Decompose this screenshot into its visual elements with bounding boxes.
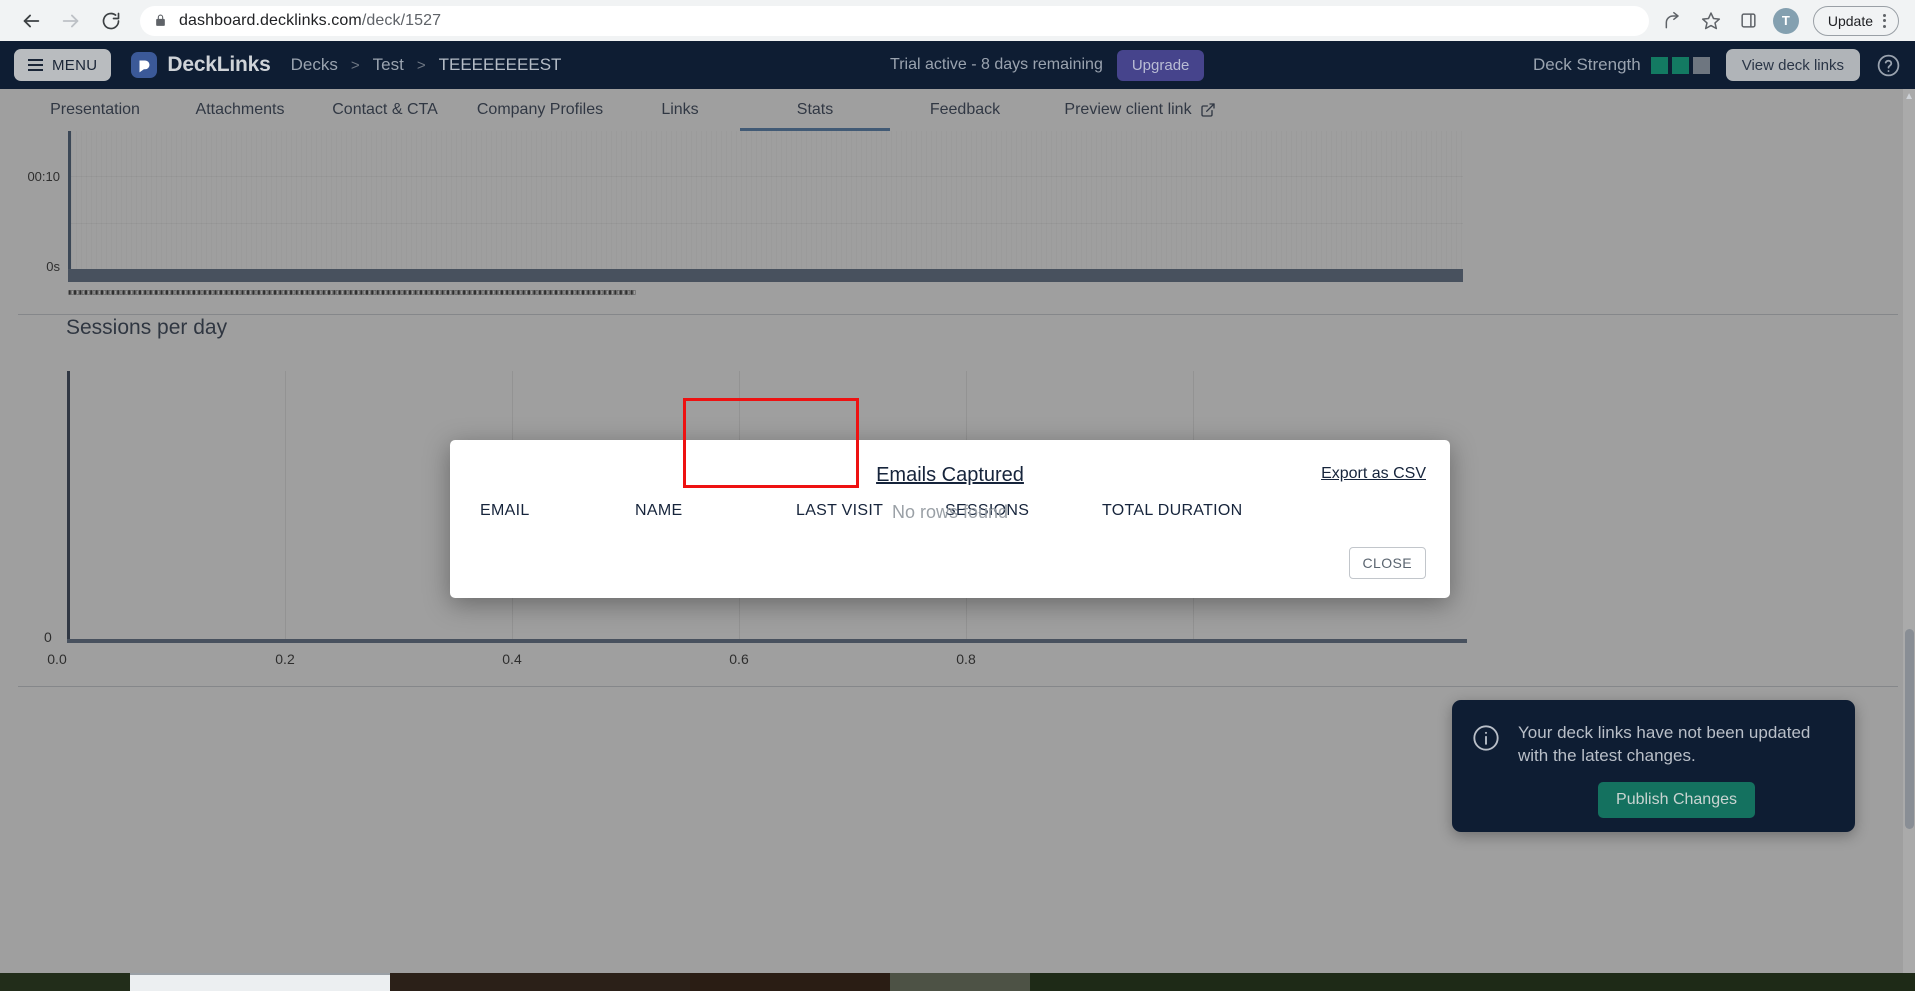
deck-strength-bar-2 — [1671, 56, 1689, 74]
decklinks-logo-icon — [131, 52, 158, 78]
breadcrumb-item-decks[interactable]: Decks — [291, 55, 338, 75]
info-circle-icon — [1472, 724, 1500, 757]
upgrade-button[interactable]: Upgrade — [1116, 49, 1205, 81]
forward-arrow-icon[interactable] — [54, 4, 88, 38]
highlight-annotation-box — [683, 398, 859, 488]
view-deck-links-button[interactable]: View deck links — [1725, 49, 1860, 81]
taskbar-segment — [890, 973, 1030, 991]
lock-icon — [154, 13, 167, 28]
breadcrumb-separator: > — [350, 56, 360, 74]
reload-icon[interactable] — [94, 4, 128, 38]
scrollbar-thumb[interactable] — [1905, 629, 1914, 829]
menu-label: MENU — [52, 56, 98, 74]
close-button[interactable]: CLOSE — [1348, 547, 1426, 579]
scroll-up-arrow-icon[interactable]: ▲ — [1904, 91, 1914, 102]
brand-logo[interactable]: DeckLinks — [131, 52, 271, 78]
url-text: dashboard.decklinks.com/deck/1527 — [179, 11, 442, 29]
back-arrow-icon[interactable] — [14, 4, 48, 38]
deck-strength-bars — [1650, 56, 1710, 74]
question-mark-circle-icon[interactable] — [1876, 53, 1901, 78]
browser-action-icons: T Update — [1659, 5, 1901, 36]
breadcrumb-item-test[interactable]: Test — [373, 55, 404, 75]
deck-strength-bar-3 — [1692, 56, 1710, 74]
taskbar-segment — [1030, 973, 1915, 991]
deck-strength-label: Deck Strength — [1532, 55, 1641, 74]
os-taskbar-sliver — [0, 973, 1915, 991]
trial-status: Trial active - 8 days remaining Upgrade — [890, 49, 1205, 81]
update-button[interactable]: Update — [1812, 5, 1899, 36]
header-right-group: Deck Strength View deck links — [1533, 49, 1901, 81]
emails-captured-dialog: Emails Captured Export as CSV EMAIL NAME… — [450, 440, 1450, 598]
breadcrumb-separator: > — [416, 56, 426, 74]
app-header: MENU DeckLinks Decks > Test > TEEEEEEEES… — [0, 41, 1915, 89]
update-label: Update — [1827, 12, 1873, 29]
taskbar-segment — [130, 973, 390, 991]
taskbar-segment — [0, 973, 130, 991]
breadcrumb: Decks > Test > TEEEEEEEEST — [291, 55, 562, 75]
publish-changes-button[interactable]: Publish Changes — [1598, 781, 1755, 818]
publish-changes-toast: Your deck links have not been updated wi… — [1452, 700, 1855, 832]
deck-strength: Deck Strength — [1533, 55, 1710, 75]
dialog-title: Emails Captured — [876, 464, 1024, 486]
share-icon[interactable] — [1659, 7, 1687, 35]
hamburger-icon — [28, 59, 43, 71]
toast-message: Your deck links have not been updated wi… — [1518, 723, 1811, 765]
trial-text: Trial active - 8 days remaining — [890, 56, 1103, 73]
profile-avatar[interactable]: T — [1772, 7, 1799, 34]
kebab-menu-icon[interactable] — [1879, 13, 1890, 28]
export-as-csv-link[interactable]: Export as CSV — [1321, 465, 1426, 483]
breadcrumb-item-current: TEEEEEEEEST — [438, 55, 562, 74]
brand-name: DeckLinks — [167, 53, 271, 76]
deck-strength-bar-1 — [1650, 56, 1668, 74]
menu-button[interactable]: MENU — [14, 49, 112, 81]
taskbar-segment — [390, 973, 690, 991]
star-icon[interactable] — [1697, 7, 1725, 35]
address-bar[interactable]: dashboard.decklinks.com/deck/1527 — [140, 5, 1649, 36]
taskbar-segment — [690, 973, 890, 991]
toast-body: Your deck links have not been updated wi… — [1518, 722, 1835, 818]
empty-state-message: No rows found — [891, 502, 1009, 522]
vertical-scrollbar[interactable]: ▲ — [1903, 89, 1915, 991]
side-panel-icon[interactable] — [1735, 7, 1763, 35]
browser-toolbar: dashboard.decklinks.com/deck/1527 T Upda… — [0, 0, 1915, 41]
